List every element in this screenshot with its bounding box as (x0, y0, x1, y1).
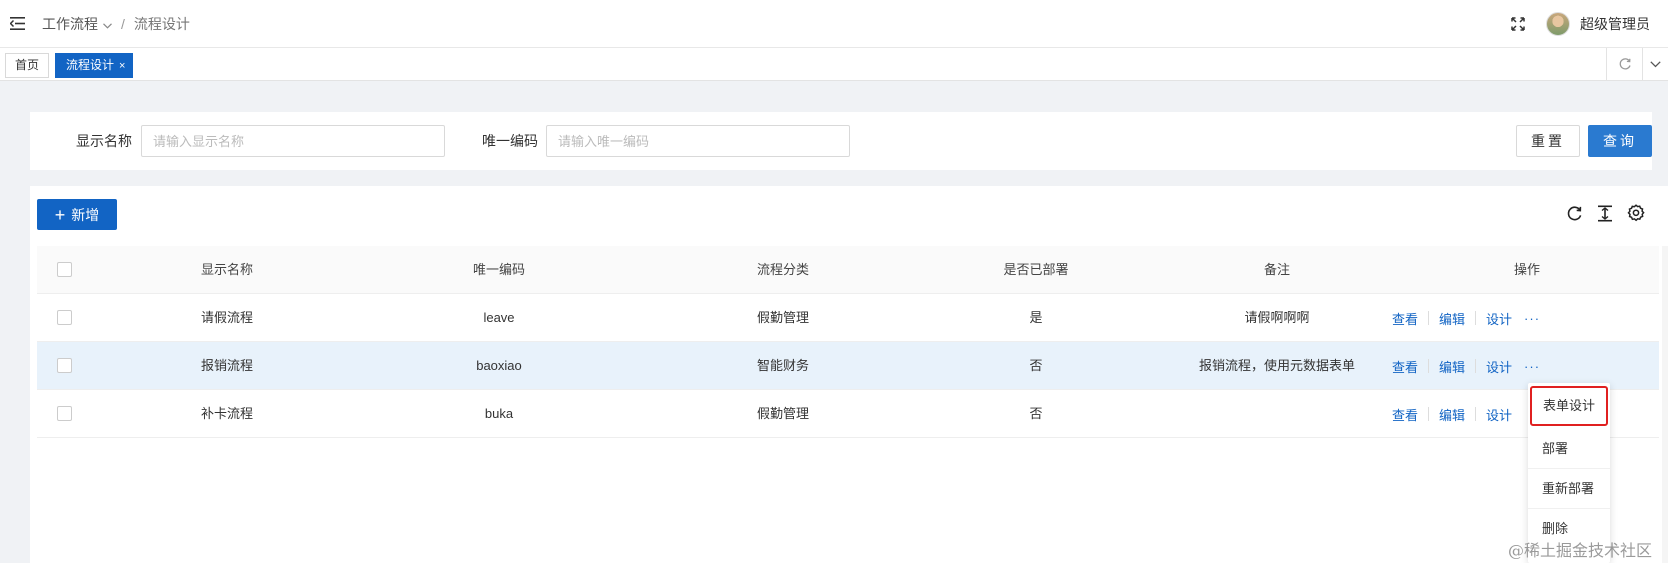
watermark: @稀土掘金技术社区 (1507, 541, 1652, 560)
action-divider (1428, 359, 1430, 373)
design-link[interactable]: 设计 (1486, 405, 1512, 424)
cell-name: 报销流程 (200, 358, 253, 373)
cell-note (1147, 390, 1407, 438)
cell-category: 智能财务 (756, 358, 809, 373)
tabs-tools (1606, 48, 1668, 80)
column-header-category: 流程分类 (756, 262, 809, 277)
table-header-row: 显示名称 唯一编码 流程分类 是否已部署 备注 操作 (37, 246, 1659, 294)
row-checkbox[interactable] (57, 310, 72, 325)
breadcrumb-item-workflow[interactable]: 工作流程 (42, 14, 98, 34)
cell-name: 补卡流程 (200, 406, 253, 421)
tab-process-design[interactable]: 流程设计 × (55, 53, 134, 78)
top-header: 工作流程 / 流程设计 超级管理员 (0, 0, 1668, 48)
add-button-label: 新增 (71, 206, 100, 223)
cell-code: buka (484, 406, 514, 421)
column-header-name: 显示名称 (200, 262, 253, 277)
column-header-note: 备注 (1263, 262, 1290, 277)
cell-deployed: 否 (1029, 406, 1043, 421)
action-divider (1475, 311, 1477, 325)
avatar[interactable] (1546, 12, 1570, 36)
row-actions: 查看 编辑 设计 ··· (1392, 294, 1540, 342)
menu-fold-icon[interactable] (9, 16, 25, 32)
row-actions: 查看 编辑 设计 (1392, 390, 1512, 438)
chevron-down-icon[interactable] (103, 16, 112, 32)
design-link[interactable]: 设计 (1486, 309, 1512, 328)
cell-name: 请假流程 (200, 310, 253, 325)
scrollbar-track[interactable] (1662, 246, 1668, 563)
more-actions-icon[interactable]: ··· (1524, 359, 1540, 374)
view-link[interactable]: 查看 (1392, 357, 1418, 376)
cell-note: 报销流程，使用元数据表单 (1198, 358, 1355, 373)
action-divider (1428, 311, 1430, 325)
code-search-input[interactable] (546, 125, 850, 157)
table-tools (1564, 203, 1646, 223)
breadcrumb-separator: / (121, 15, 125, 32)
action-divider (1475, 407, 1477, 421)
code-label: 唯一编码 (482, 133, 538, 149)
tab-home[interactable]: 首页 (5, 53, 49, 78)
edit-link[interactable]: 编辑 (1439, 309, 1465, 328)
column-header-actions: 操作 (1513, 262, 1540, 277)
name-search-input[interactable] (141, 125, 445, 157)
chevron-down-icon[interactable] (1642, 48, 1668, 80)
tabs-bar: 首页 流程设计 × (0, 48, 1668, 81)
cell-deployed: 是 (1029, 310, 1043, 325)
add-button[interactable]: + 新增 (37, 199, 117, 230)
cell-category: 假勤管理 (756, 310, 809, 325)
action-divider (1475, 359, 1477, 373)
username[interactable]: 超级管理员 (1580, 14, 1650, 34)
table-row: 请假流程 leave 假勤管理 是 请假啊啊啊 查看 编辑 设计 ··· (37, 294, 1659, 342)
table-row: 报销流程 baoxiao 智能财务 否 报销流程，使用元数据表单 查看 编辑 设… (37, 342, 1659, 390)
cell-category: 假勤管理 (756, 406, 809, 421)
column-height-icon[interactable] (1595, 203, 1615, 223)
view-link[interactable]: 查看 (1392, 405, 1418, 424)
tab-home-label: 首页 (14, 58, 39, 72)
refresh-icon[interactable] (1564, 203, 1584, 223)
menu-item-deploy[interactable]: 部署 (1528, 429, 1610, 469)
fullscreen-icon[interactable] (1510, 16, 1526, 32)
process-list-card: + 新增 显示名称 唯一编码 流程分类 是否已部署 备注 操作 请假流程 lea… (30, 186, 1668, 563)
reset-button[interactable]: 重置 (1516, 125, 1580, 157)
plus-icon: + (54, 204, 66, 225)
process-table: 显示名称 唯一编码 流程分类 是否已部署 备注 操作 请假流程 leave 假勤… (37, 246, 1659, 438)
edit-link[interactable]: 编辑 (1439, 357, 1465, 376)
cell-code: leave (483, 310, 515, 325)
query-button[interactable]: 查询 (1588, 125, 1652, 157)
breadcrumb: 工作流程 / 流程设计 (42, 14, 190, 34)
settings-gear-icon[interactable] (1626, 203, 1646, 223)
select-all-checkbox[interactable] (57, 262, 72, 277)
column-header-code: 唯一编码 (472, 262, 525, 277)
breadcrumb-item-current: 流程设计 (133, 15, 190, 32)
cell-note: 请假啊啊啊 (1244, 310, 1310, 325)
cell-code: baoxiao (476, 358, 522, 373)
table-row: 补卡流程 buka 假勤管理 否 查看 编辑 设计 (37, 390, 1659, 438)
cell-deployed: 否 (1029, 358, 1043, 373)
header-right: 超级管理员 (1510, 0, 1668, 48)
design-link[interactable]: 设计 (1486, 357, 1512, 376)
more-actions-icon[interactable]: ··· (1524, 311, 1540, 326)
menu-item-redeploy[interactable]: 重新部署 (1528, 469, 1610, 509)
close-icon[interactable]: × (119, 60, 125, 72)
view-link[interactable]: 查看 (1392, 309, 1418, 328)
row-actions: 查看 编辑 设计 ··· (1392, 342, 1540, 390)
row-checkbox[interactable] (57, 406, 72, 421)
name-label: 显示名称 (76, 133, 132, 149)
refresh-tab-icon[interactable] (1606, 48, 1642, 80)
search-form: 显示名称 唯一编码 重置 查询 (30, 112, 1652, 170)
edit-link[interactable]: 编辑 (1439, 405, 1465, 424)
tab-process-design-label: 流程设计 (66, 58, 115, 72)
column-header-deployed: 是否已部署 (1003, 262, 1069, 277)
row-checkbox[interactable] (57, 358, 72, 373)
action-divider (1428, 407, 1430, 421)
more-actions-dropdown: 表单设计 部署 重新部署 删除 (1528, 383, 1610, 563)
menu-item-form-design[interactable]: 表单设计 (1530, 386, 1608, 426)
